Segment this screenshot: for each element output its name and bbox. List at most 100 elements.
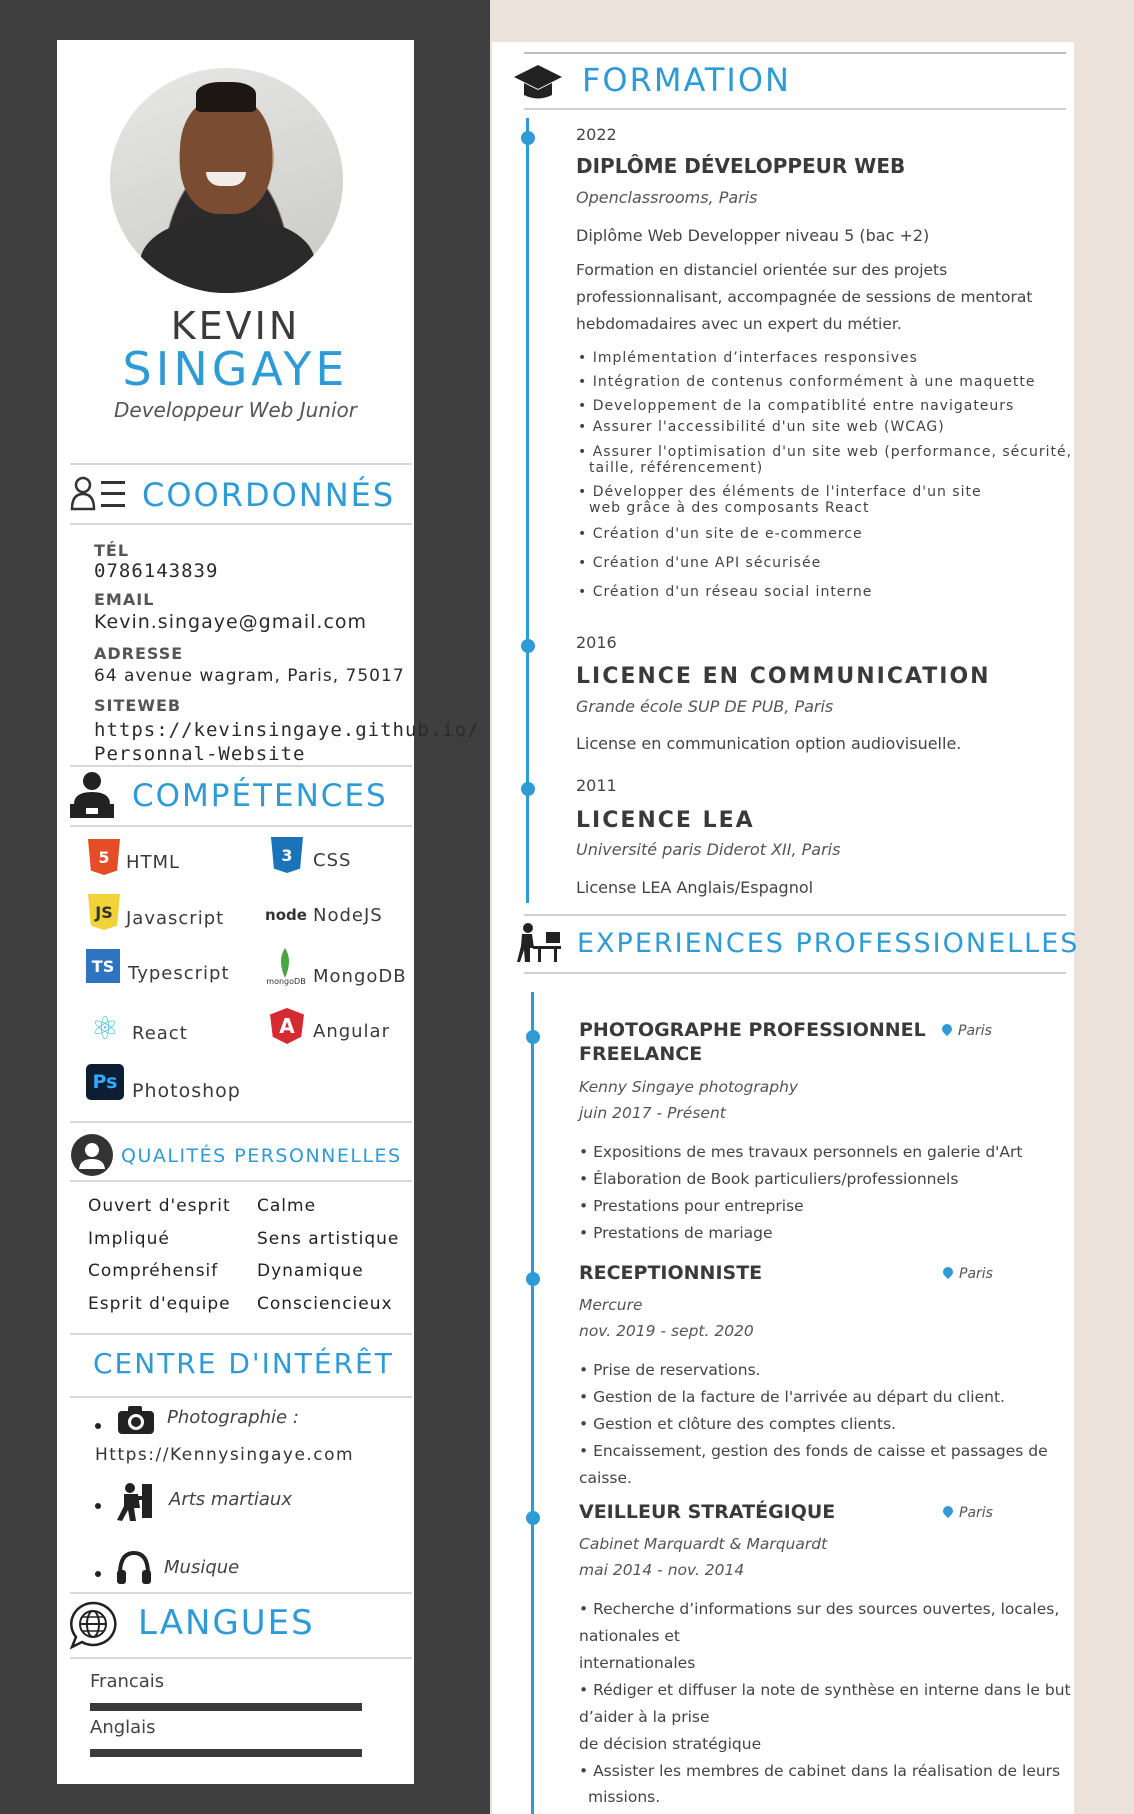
typescript-icon: TS <box>86 949 120 983</box>
interest-photography: Photographie : <box>167 1407 299 1428</box>
last-name: SINGAYE <box>122 342 349 396</box>
quality-item: Ouvert d'esprit <box>88 1196 231 1216</box>
formation-school: Openclassrooms, Paris <box>576 188 758 207</box>
desk-worker-icon <box>517 923 561 962</box>
language-name: Anglais <box>90 1717 156 1738</box>
divider <box>70 1121 412 1123</box>
location-pin: Paris <box>958 1023 992 1039</box>
skill-nodejs: NodeJS <box>313 905 383 926</box>
language-level-bar <box>90 1749 362 1757</box>
skill-react: React <box>132 1023 188 1044</box>
experience-company: Cabinet Marquardt & Marquardt <box>579 1535 828 1553</box>
bullet <box>95 1571 101 1577</box>
experience-period: mai 2014 - nov. 2014 <box>579 1561 745 1579</box>
graduation-cap-icon <box>514 65 562 99</box>
skill-html: HTML <box>126 852 181 873</box>
experience-bullet: • Prise de reservations. <box>579 1361 761 1379</box>
experience-period: juin 2017 - Présent <box>579 1104 726 1122</box>
bullet <box>95 1423 101 1429</box>
experience-title: FREELANCE <box>579 1043 703 1065</box>
languages-heading: LANGUES <box>138 1603 315 1643</box>
location-pin: Paris <box>959 1505 993 1521</box>
nodejs-icon: node <box>265 906 307 924</box>
quality-item: Impliqué <box>88 1229 170 1249</box>
email-value[interactable]: Kevin.singaye@gmail.com <box>94 611 367 633</box>
interest-martial-arts: Arts martiaux <box>169 1489 292 1510</box>
experience-bullet: • Prestations de mariage <box>579 1224 773 1242</box>
divider <box>524 108 1066 110</box>
experience-period: nov. 2019 - sept. 2020 <box>579 1322 754 1340</box>
language-name: Francais <box>90 1671 165 1692</box>
timeline-dot <box>526 1511 540 1525</box>
formation-desc: Diplôme Web Developper niveau 5 (bac +2) <box>576 226 930 245</box>
contact-heading: COORDONNÉS <box>142 476 396 514</box>
timeline-dot <box>526 1030 540 1044</box>
experience-title: VEILLEUR STRATÉGIQUE <box>579 1501 836 1523</box>
formation-year: 2016 <box>576 633 617 652</box>
address-value: 64 avenue wagram, Paris, 75017 <box>94 666 405 686</box>
martial-arts-icon <box>117 1483 152 1521</box>
experience-title: RECEPTIONNISTE <box>579 1262 763 1284</box>
divider <box>70 825 412 827</box>
formation-para: professionnalisant, accompagnée de sessi… <box>576 288 1033 306</box>
timeline-dot <box>526 1272 540 1286</box>
website-line-2[interactable]: Personnal-Website <box>94 743 305 765</box>
experience-bullet: • Rédiger et diffuser la note de synthès… <box>579 1681 1071 1699</box>
formation-bullet: • Assurer l'optimisation d'un site web (… <box>578 444 1073 460</box>
divider <box>70 463 412 465</box>
formation-year: 2022 <box>576 125 617 144</box>
divider <box>70 523 412 525</box>
skill-mongodb: MongoDB <box>313 966 407 987</box>
formation-degree: LICENCE EN COMMUNICATION <box>576 664 991 689</box>
experience-bullet: de décision stratégique <box>579 1735 762 1753</box>
formation-bullet: web grâce à des composants React <box>589 500 870 516</box>
experience-company: Kenny Singaye photography <box>579 1078 799 1096</box>
website-line-1[interactable]: https://kevinsingaye.github.io/ <box>94 719 480 741</box>
experience-bullet: • Recherche d’informations sur des sourc… <box>579 1600 1060 1618</box>
formation-degree: DIPLÔME DÉVELOPPEUR WEB <box>576 154 906 178</box>
formation-bullet: • Intégration de contenus conformément à… <box>578 374 1036 390</box>
globe-chat-icon <box>69 1601 117 1650</box>
css3-icon: 3 <box>271 837 303 873</box>
timeline-dot <box>521 639 535 653</box>
formation-para: hebdomadaires avec un expert du métier. <box>576 315 902 333</box>
experience-bullet: d’aider à la prise <box>579 1708 710 1726</box>
divider <box>70 1396 412 1398</box>
interest-music: Musique <box>164 1557 240 1578</box>
experience-bullet: nationales et <box>579 1627 680 1645</box>
divider <box>70 765 412 767</box>
experience-timeline <box>531 992 534 1814</box>
formation-bullet: • Création d'une API sécurisée <box>578 555 822 571</box>
experience-bullet: • Gestion de la facture de l'arrivée au … <box>579 1388 1005 1406</box>
experiences-heading: EXPERIENCES PROFESSIONELLES <box>577 928 1080 959</box>
photoshop-icon: Ps <box>86 1064 124 1100</box>
formation-heading: FORMATION <box>582 61 791 99</box>
experience-bullet: • Élaboration de Book particuliers/profe… <box>579 1170 959 1188</box>
timeline-dot <box>521 131 535 145</box>
formation-bullet: • Implémentation d’interfaces responsive… <box>578 350 918 366</box>
experience-title: PHOTOGRAPHE PROFESSIONNEL <box>579 1019 926 1041</box>
mongodb-icon: mongoDB <box>266 976 306 986</box>
formation-bullet: • Assurer l'accessibilité d'un site web … <box>578 419 945 435</box>
divider <box>524 972 1066 974</box>
divider <box>524 52 1066 54</box>
divider <box>70 1180 412 1182</box>
language-level-bar <box>90 1703 362 1711</box>
formation-desc: License LEA Anglais/Espagnol <box>576 878 814 897</box>
location-pin: Paris <box>959 1266 993 1282</box>
formation-degree: LICENCE LEA <box>576 808 755 833</box>
formation-bullet: • Création d'un réseau social interne <box>578 584 873 600</box>
quality-item: Sens artistique <box>257 1229 400 1249</box>
divider <box>524 914 1066 916</box>
experience-bullet: caisse. <box>579 1469 632 1487</box>
formation-school: Grande école SUP DE PUB, Paris <box>576 697 834 716</box>
quality-item: Dynamique <box>257 1261 364 1281</box>
bullet <box>95 1503 101 1509</box>
experience-bullet: missions. <box>588 1788 661 1806</box>
quality-item: Esprit d'equipe <box>88 1294 231 1314</box>
interest-photography-site[interactable]: Https://Kennysingaye.com <box>95 1445 354 1465</box>
tel-value: 0786143839 <box>94 560 219 582</box>
experience-bullet: • Gestion et clôture des comptes clients… <box>579 1415 897 1433</box>
quality-item: Calme <box>257 1196 317 1216</box>
formation-year: 2011 <box>576 776 617 795</box>
